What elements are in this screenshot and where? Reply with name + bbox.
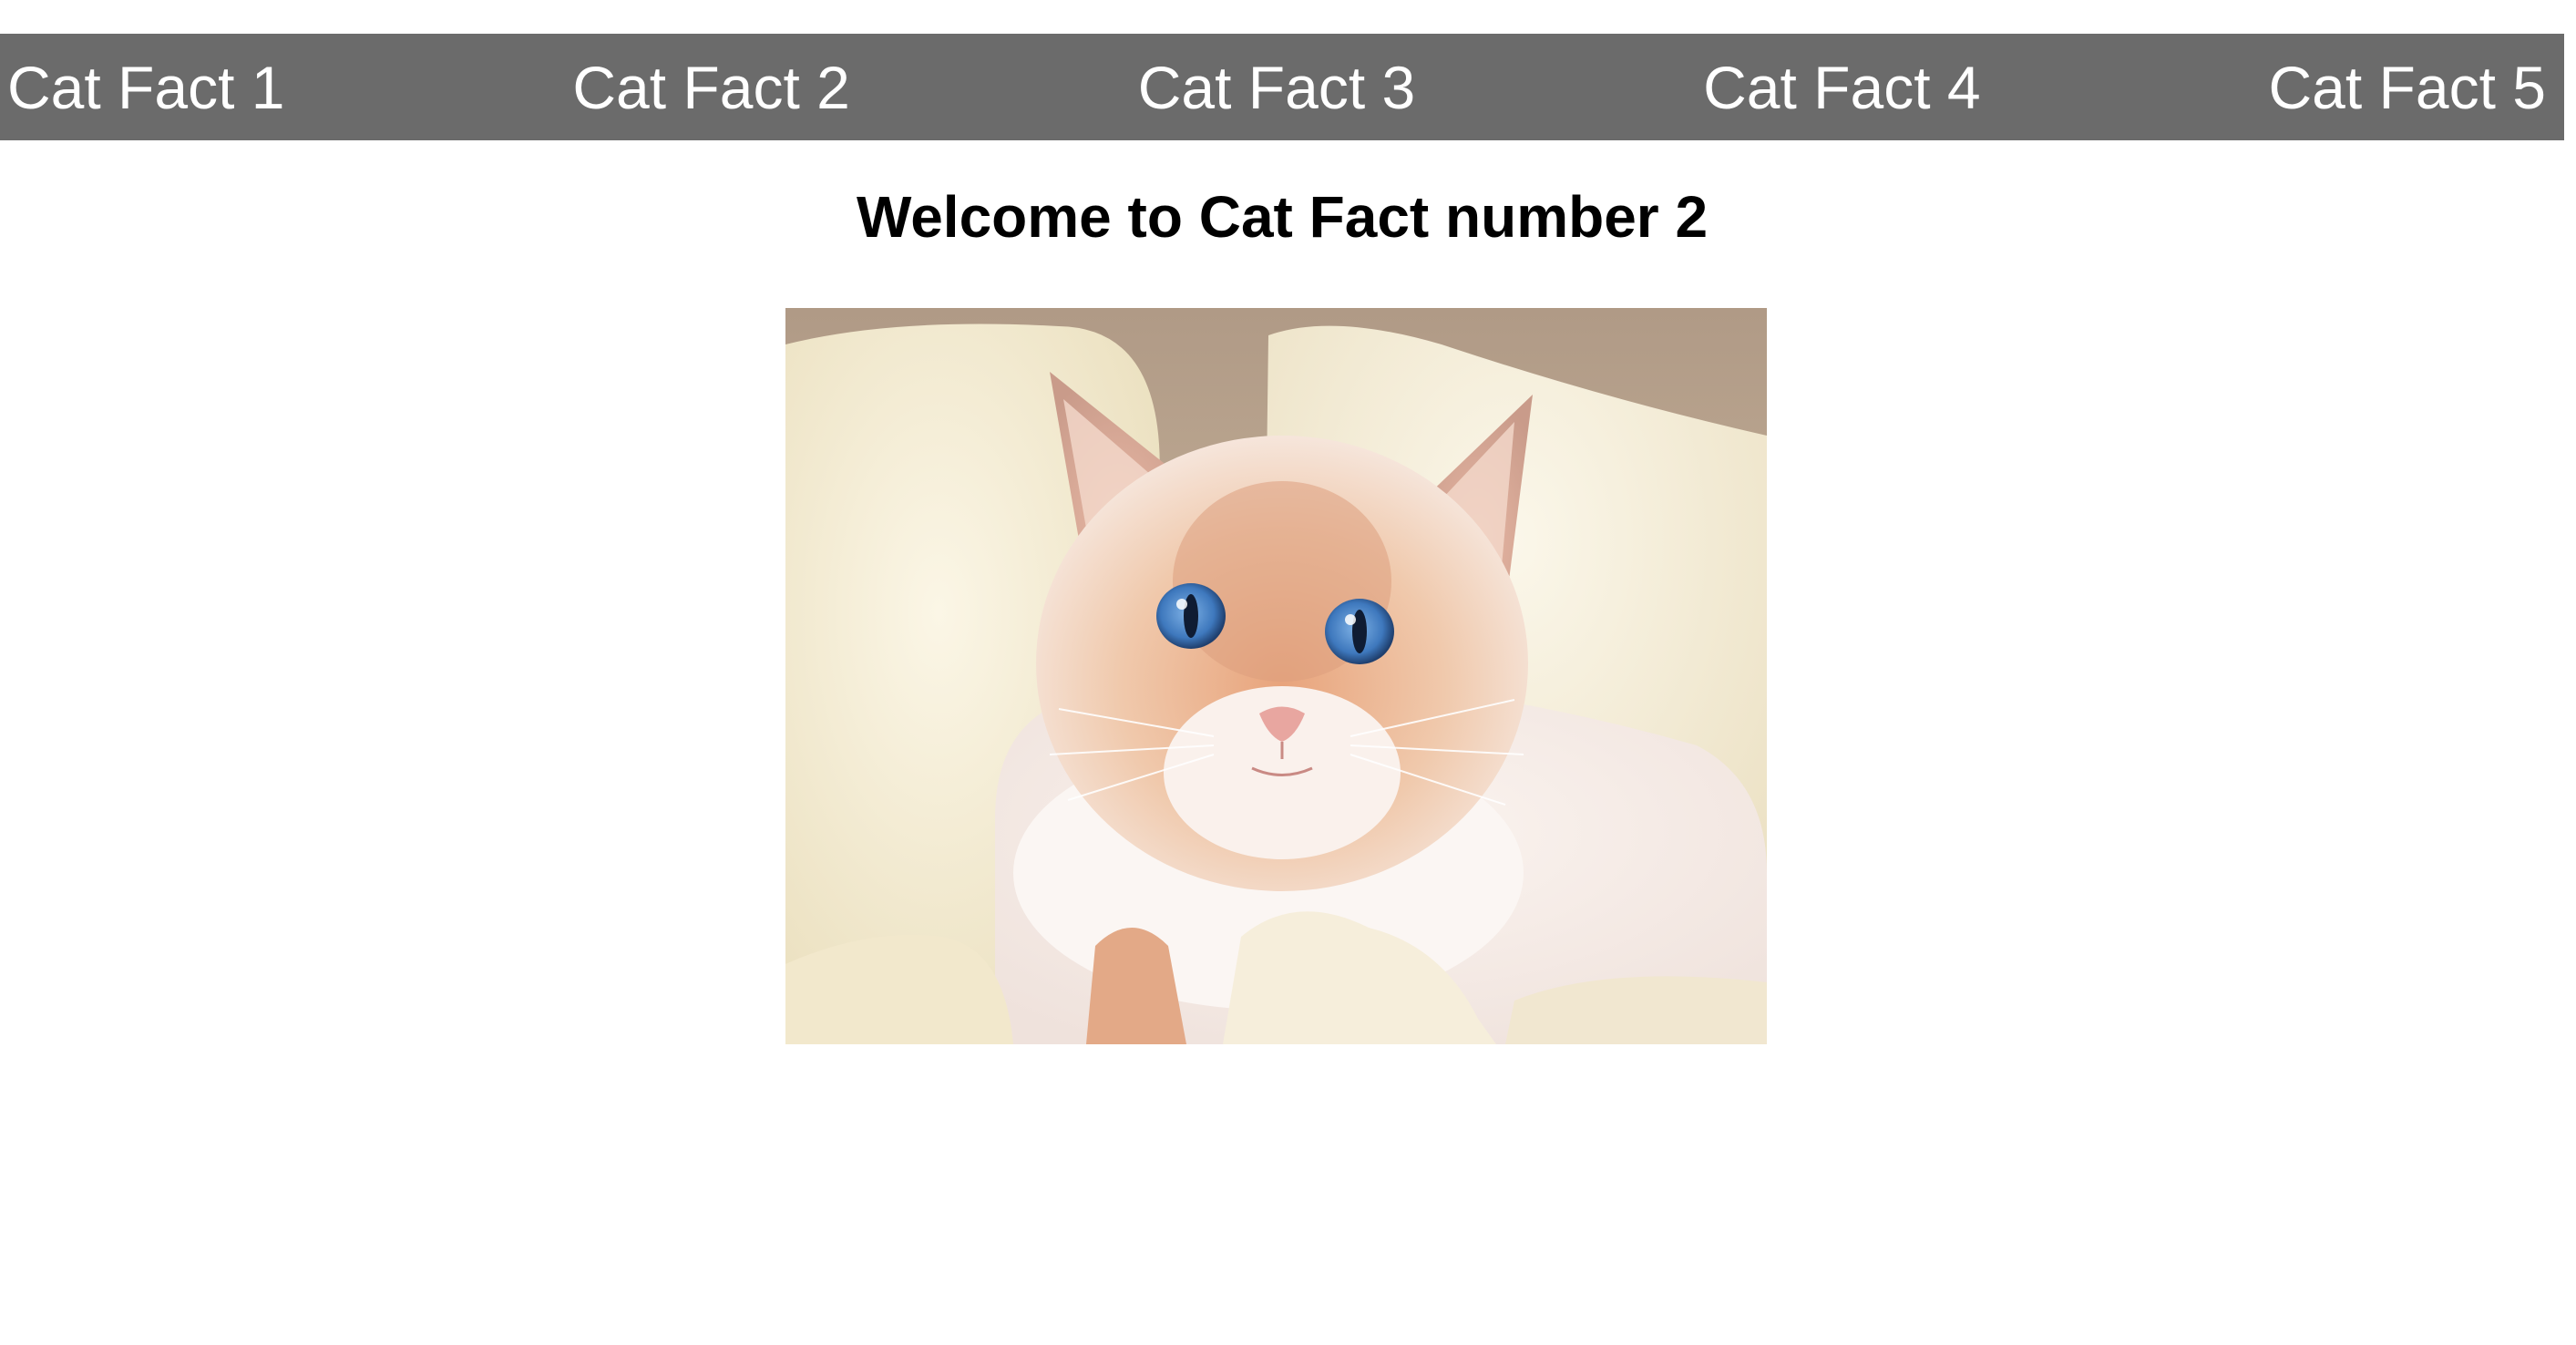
nav-link-cat-fact-3[interactable]: Cat Fact 3 — [1138, 57, 1415, 118]
cat-photo — [785, 308, 1767, 1044]
page-title: Welcome to Cat Fact number 2 — [856, 184, 1709, 250]
nav-link-cat-fact-4[interactable]: Cat Fact 4 — [1703, 57, 1980, 118]
nav-link-cat-fact-2[interactable]: Cat Fact 2 — [572, 57, 849, 118]
nav-link-cat-fact-5[interactable]: Cat Fact 5 — [2269, 57, 2546, 118]
cat-photo-image — [785, 308, 1767, 1044]
top-navbar: Cat Fact 1 Cat Fact 2 Cat Fact 3 Cat Fac… — [0, 34, 2564, 140]
page: Cat Fact 1 Cat Fact 2 Cat Fact 3 Cat Fac… — [0, 0, 2576, 1345]
nav-link-cat-fact-1[interactable]: Cat Fact 1 — [7, 57, 284, 118]
